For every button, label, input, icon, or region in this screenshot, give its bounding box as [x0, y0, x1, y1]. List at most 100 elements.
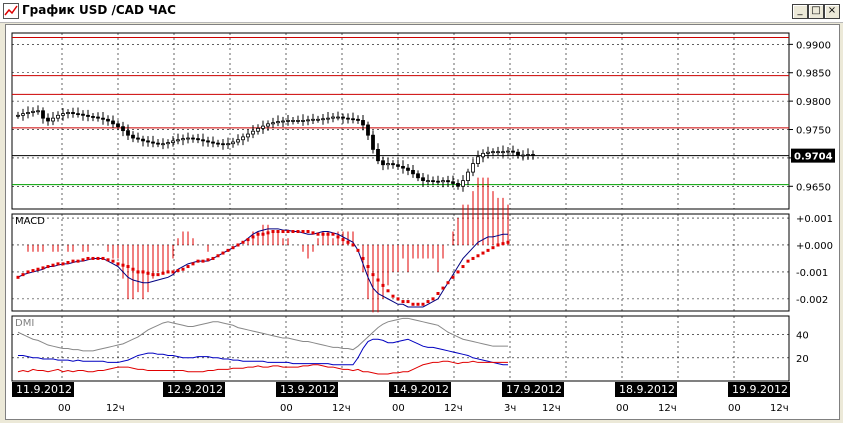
macd-signal-point: [151, 273, 155, 277]
candle-body: [276, 121, 280, 124]
macd-signal-point: [271, 230, 275, 234]
close-button[interactable]: ×: [824, 4, 840, 19]
candle-body: [501, 151, 505, 154]
date-label: 18.9.2012: [619, 383, 675, 396]
hour-label: 12ч: [332, 403, 351, 414]
macd-signal-point: [426, 300, 430, 304]
candle-body: [511, 150, 515, 153]
date-label: 17.9.2012: [506, 383, 562, 396]
macd-signal-point: [366, 265, 370, 269]
candle-body: [246, 133, 250, 138]
candle-body: [376, 148, 380, 162]
candle-body: [481, 152, 485, 158]
macd-signal-point: [111, 259, 115, 263]
chart-svg[interactable]: 0.99000.98500.98000.97500.97000.96500.97…: [6, 25, 839, 419]
macd-signal-point: [21, 273, 25, 277]
candle-body: [256, 127, 260, 132]
candle-body: [191, 137, 195, 140]
date-label: 13.9.2012: [280, 383, 336, 396]
macd-signal-point: [326, 232, 330, 236]
macd-signal-point: [486, 248, 490, 252]
current-price-label: 0.9704: [794, 152, 833, 163]
candle-body: [231, 141, 235, 145]
macd-signal-point: [66, 261, 70, 264]
candle-body: [236, 139, 240, 143]
macd-signal-point: [76, 259, 80, 263]
dmi-axis-label: 40: [796, 331, 809, 342]
macd-signal-point: [386, 289, 390, 293]
macd-signal-point: [411, 302, 415, 306]
macd-signal-point: [446, 281, 450, 285]
candle-body: [431, 180, 435, 183]
hour-label: 12ч: [106, 403, 125, 414]
candle-body: [261, 125, 265, 129]
candle-body: [186, 137, 190, 140]
macd-signal-point: [496, 243, 500, 247]
candle-body: [441, 180, 445, 183]
hour-label: 12ч: [444, 403, 463, 414]
candle-body: [426, 180, 430, 183]
candle-body: [126, 130, 130, 136]
candle-body: [406, 167, 410, 171]
macd-signal-point: [286, 230, 290, 234]
macd-axis-label: +0.000: [796, 241, 833, 252]
macd-signal-point: [116, 262, 120, 266]
macd-signal-point: [481, 251, 485, 255]
candle-body: [161, 143, 165, 146]
candle-body: [296, 120, 300, 122]
macd-signal-point: [436, 291, 440, 295]
macd-signal-point: [471, 256, 475, 260]
candle-body: [466, 171, 470, 182]
candle-body: [196, 138, 200, 141]
macd-signal-point: [86, 256, 90, 260]
macd-signal-point: [396, 297, 400, 301]
hour-label: 00: [392, 403, 405, 414]
candle-body: [401, 166, 405, 169]
minimize-button[interactable]: _: [792, 4, 808, 19]
candle-body: [131, 134, 135, 139]
candle-body: [491, 151, 495, 154]
macd-signal-point: [346, 240, 350, 244]
macd-signal-point: [61, 262, 65, 266]
window-titlebar[interactable]: График USD /CAD ЧАС _ □ ×: [0, 0, 843, 23]
macd-signal-point: [296, 230, 300, 234]
candle-body: [146, 140, 150, 143]
macd-signal-point: [321, 232, 325, 236]
candle-body: [176, 139, 180, 142]
macd-signal-point: [361, 256, 365, 260]
candle-body: [51, 117, 55, 122]
price-axis-label: 0.9850: [796, 69, 831, 80]
macd-signal-point: [206, 258, 210, 262]
candle-body: [526, 154, 530, 156]
macd-signal-point: [156, 273, 160, 277]
macd-signal-point: [311, 231, 315, 235]
macd-signal-point: [236, 243, 240, 247]
candle-body: [366, 124, 370, 136]
macd-signal-point: [166, 270, 170, 274]
candle-body: [76, 113, 80, 116]
candle-body: [476, 156, 480, 164]
candle-body: [471, 163, 475, 173]
chart-area[interactable]: 0.99000.98500.98000.97500.97000.96500.97…: [5, 24, 840, 420]
date-label: 12.9.2012: [167, 383, 223, 396]
macd-signal-point: [216, 254, 220, 258]
macd-signal-point: [501, 242, 505, 246]
candle-body: [356, 118, 360, 121]
macd-signal-point: [466, 259, 470, 263]
candle-body: [91, 116, 95, 118]
macd-signal-point: [131, 267, 135, 271]
candle-body: [136, 137, 140, 140]
dmi-panel: [11, 315, 790, 382]
macd-signal-point: [46, 265, 50, 269]
candle-body: [381, 160, 385, 166]
candle-body: [101, 117, 105, 120]
candle-body: [451, 181, 455, 184]
candle-body: [436, 180, 440, 183]
candle-body: [396, 164, 400, 167]
macd-signal-point: [476, 254, 480, 258]
macd-axis-label: +0.001: [796, 214, 833, 225]
hour-label: 12ч: [658, 403, 677, 414]
candle-body: [106, 118, 110, 122]
maximize-button[interactable]: □: [808, 4, 824, 19]
candle-body: [456, 183, 460, 187]
